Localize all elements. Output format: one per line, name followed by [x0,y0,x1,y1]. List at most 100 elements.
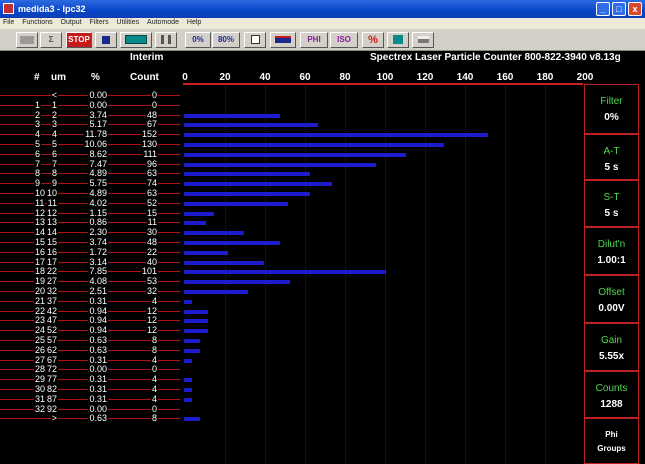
menu-filters[interactable]: Filters [87,18,112,26]
at-value: 5 s [604,162,619,173]
histogram-bar [184,299,192,304]
hash-header: # [34,72,40,83]
scale-tick-label: 120 [416,72,434,83]
display-button[interactable] [120,32,152,48]
settings-panel: Filter 0% A-T 5 s S-T 5 s Dilut'n 1.00:1… [584,84,639,464]
zero-percent-button[interactable]: 0% [185,32,211,48]
menu-file[interactable]: File [0,18,17,26]
counts-box[interactable]: Counts 1288 [584,371,639,418]
row-size: 13 [45,217,58,228]
st-box[interactable]: S-T 5 s [584,180,639,227]
row-count: 130 [140,139,158,149]
row-index: 3 [34,119,42,130]
st-value: 5 s [604,208,619,219]
menu-utilities[interactable]: Utilities [114,18,143,26]
row-size: 6 [50,148,58,159]
row-index: 29 [34,374,47,385]
row-size: 57 [45,335,58,345]
table-icon[interactable] [244,32,266,48]
row-size: 1 [50,99,58,110]
at-label: A-T [603,146,620,157]
row-index: 5 [34,139,42,149]
row-percent: 10.06 [83,139,108,149]
menu-functions[interactable]: Functions [19,18,55,26]
row-count: 40 [145,256,158,267]
histogram-bar [184,162,376,167]
monitor-icon[interactable] [270,32,296,48]
row-percent: 0.00 [88,403,108,414]
menu-help[interactable]: Help [184,18,204,26]
histogram-bar [184,290,248,294]
row-index: 23 [34,315,47,326]
gain-box[interactable]: Gain 5.55x [584,323,639,371]
row-percent: 8.62 [88,148,108,159]
phi-button[interactable]: PHI [300,32,328,48]
pause-icon[interactable] [95,32,117,48]
row-index: 6 [34,148,42,159]
histogram-bar [184,309,208,314]
row-size: 42 [45,305,58,316]
histogram-bar [184,211,214,216]
row-index: 18 [34,266,47,277]
phi-groups-box[interactable]: Phi Groups [584,418,639,464]
row-percent: 7.85 [88,266,108,277]
row-percent: 0.86 [88,217,108,228]
histogram-bar [184,152,406,157]
scale-tick-label: 80 [339,72,351,83]
row-count: 0 [150,403,158,414]
iso-button[interactable]: ISO [330,32,358,48]
sum-button[interactable]: Σ [40,32,62,48]
scale-tick-label: 100 [376,72,394,83]
offset-box[interactable]: Offset 0.00V [584,275,639,323]
row-percent: 0.31 [88,354,108,365]
row-count: 4 [150,295,158,306]
menu-bar: File Functions Output Filters Utilities … [0,18,645,29]
row-percent: 0.31 [88,295,108,306]
row-count: 32 [145,286,158,296]
blank-button[interactable] [16,32,38,48]
row-percent: 3.74 [88,109,108,120]
menu-output[interactable]: Output [58,18,85,26]
counts-label: Counts [595,383,628,394]
histogram-bar [184,378,192,383]
histogram-bar [184,358,192,363]
dilution-box[interactable]: Dilut'n 1.00:1 [584,227,639,275]
row-size: 3 [50,119,58,130]
row-percent: 2.30 [88,227,108,238]
row-index: 1 [34,99,42,110]
stop-button[interactable]: STOP [66,32,92,48]
row-index: 19 [34,276,47,287]
grid-icon[interactable] [155,32,177,48]
filter-box[interactable]: Filter 0% [584,84,639,134]
row-size: < [50,90,58,100]
row-size: 16 [45,246,58,257]
row-size: 62 [45,344,58,355]
close-button[interactable]: x [628,2,642,16]
row-percent: 4.02 [88,197,108,208]
row-index: 7 [34,158,42,169]
minimize-button[interactable]: _ [596,2,610,16]
row-count: 52 [145,197,158,208]
menu-automode[interactable]: Automode [144,18,182,26]
scale-tick-label: 180 [536,72,554,83]
row-percent: 5.75 [88,178,108,189]
row-count: 22 [145,246,158,257]
histogram-bar [184,201,288,206]
print-icon[interactable] [412,32,434,48]
percent-button[interactable]: % [362,32,384,48]
eighty-percent-button[interactable]: 80% [212,32,240,48]
maximize-button[interactable]: □ [612,2,626,16]
chart-icon[interactable] [387,32,409,48]
row-count: 96 [145,158,158,169]
row-count: 12 [145,305,158,316]
offset-value: 0.00V [598,303,625,314]
row-count: 12 [145,325,158,336]
row-index: 14 [34,227,47,238]
row-size: 9 [50,178,58,189]
app-icon [3,3,14,14]
row-size: 72 [45,364,58,375]
offset-label: Offset [598,287,625,298]
app-window: medida3 - lpc32 _ □ x File Functions Out… [0,0,645,464]
at-box[interactable]: A-T 5 s [584,134,639,180]
row-count: 11 [146,217,158,228]
